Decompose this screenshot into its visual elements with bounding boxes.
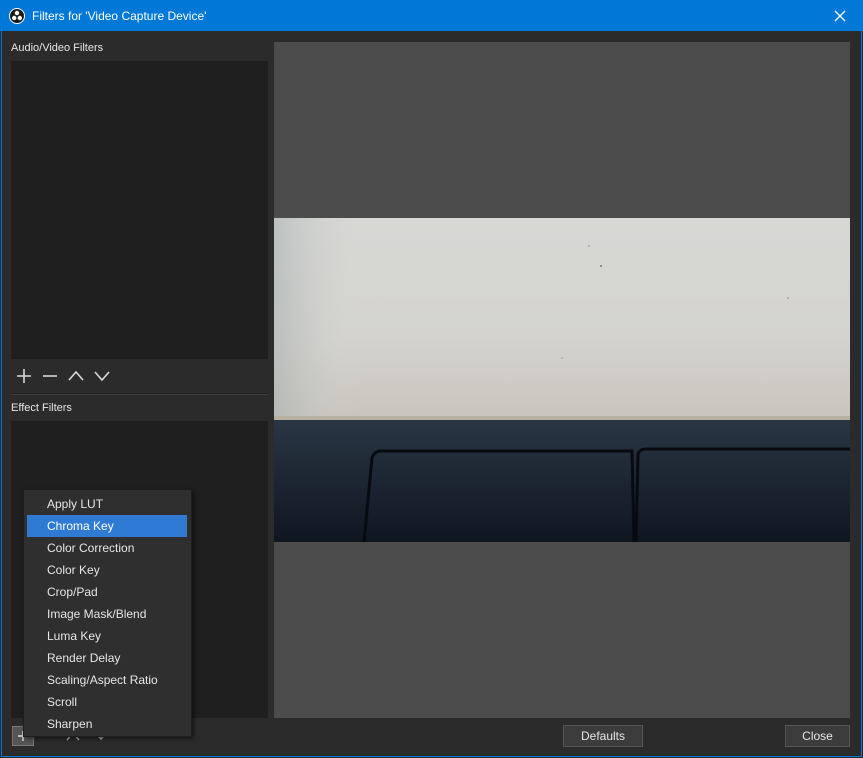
title-bar: Filters for 'Video Capture Device' (0, 0, 863, 31)
move-filter-up-button[interactable] (63, 365, 89, 387)
menu-item-luma-key[interactable]: Luma Key (27, 625, 187, 647)
remove-filter-button[interactable] (37, 365, 63, 387)
defaults-button[interactable]: Defaults (563, 725, 643, 747)
audio-video-filters-list[interactable] (11, 61, 268, 359)
menu-item-crop-pad[interactable]: Crop/Pad (27, 581, 187, 603)
close-icon (834, 10, 846, 21)
plus-icon (17, 369, 31, 383)
menu-item-chroma-key[interactable]: Chroma Key (27, 515, 187, 537)
video-preview (274, 42, 850, 718)
obs-logo-icon (9, 7, 25, 24)
menu-item-color-correction[interactable]: Color Correction (27, 537, 187, 559)
menu-item-scroll[interactable]: Scroll (27, 691, 187, 713)
audio-video-filters-toolbar (11, 365, 115, 387)
chevron-up-icon (68, 370, 84, 381)
menu-item-color-key[interactable]: Color Key (27, 559, 187, 581)
video-frame (274, 218, 850, 542)
close-window-button[interactable] (817, 0, 863, 31)
add-filter-menu: Apply LUT Chroma Key Color Correction Co… (23, 489, 192, 737)
close-button[interactable]: Close (785, 725, 850, 747)
chevron-down-icon (94, 371, 110, 382)
minus-icon (43, 375, 57, 377)
menu-item-image-mask-blend[interactable]: Image Mask/Blend (27, 603, 187, 625)
window-title: Filters for 'Video Capture Device' (32, 8, 207, 23)
add-filter-button[interactable] (11, 365, 37, 387)
menu-item-scaling-aspect-ratio[interactable]: Scaling/Aspect Ratio (27, 669, 187, 691)
menu-item-apply-lut[interactable]: Apply LUT (27, 493, 187, 515)
section-divider (11, 393, 268, 395)
camera-feed-image (274, 218, 850, 542)
menu-item-render-delay[interactable]: Render Delay (27, 647, 187, 669)
menu-item-sharpen[interactable]: Sharpen (27, 713, 187, 735)
audio-video-filters-label: Audio/Video Filters (11, 42, 104, 54)
effect-filters-label: Effect Filters (11, 402, 72, 414)
move-filter-down-button[interactable] (89, 365, 115, 387)
